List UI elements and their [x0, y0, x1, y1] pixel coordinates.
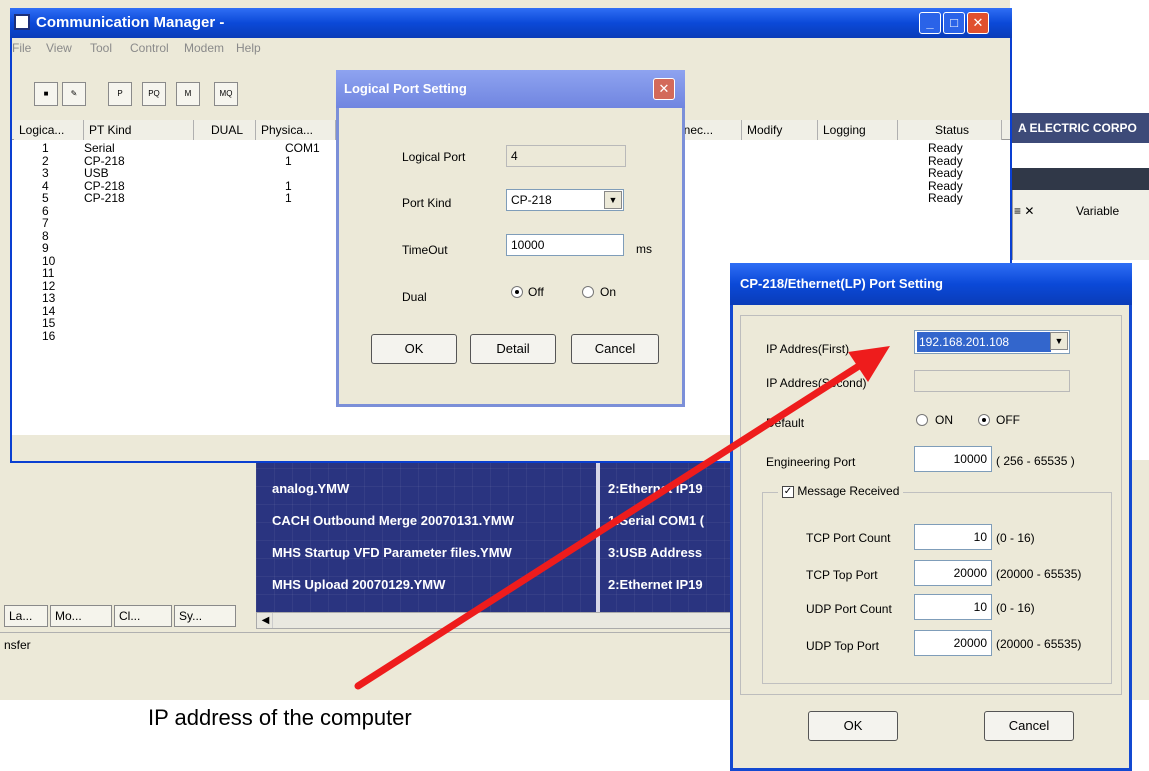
annotation-arrow: [354, 346, 890, 690]
annotation-label: IP address of the computer: [148, 705, 412, 730]
arrow-head: [848, 346, 890, 382]
arrow-shaft: [354, 360, 866, 690]
